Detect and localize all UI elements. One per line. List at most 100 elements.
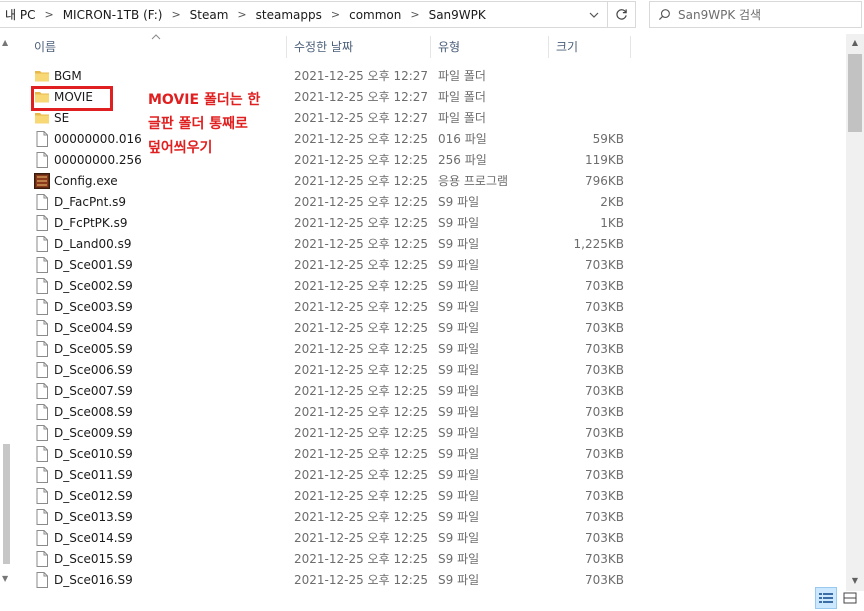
chevron-right-icon[interactable]: >: [324, 8, 347, 21]
list-item[interactable]: D_Sce001.S9 2021-12-25 오후 12:25 S9 파일 703KB: [0, 255, 846, 276]
file-date: 2021-12-25 오후 12:25: [294, 195, 429, 209]
file-size: [552, 108, 624, 129]
file-date: 2021-12-25 오후 12:25: [294, 279, 429, 293]
column-name[interactable]: 이름: [30, 34, 286, 60]
file-icon: [34, 551, 50, 567]
file-name: D_FcPtPK.s9: [54, 216, 128, 230]
chevron-down-icon[interactable]: [587, 8, 601, 22]
column-size[interactable]: 크기: [552, 34, 630, 60]
vertical-scrollbar[interactable]: ▲ ▼: [846, 34, 864, 591]
file-size: 703KB: [584, 573, 624, 587]
list-item[interactable]: D_FcPtPK.s9 2021-12-25 오후 12:25 S9 파일 1KB: [0, 213, 846, 234]
search-field[interactable]: San9WPK 검색: [649, 1, 862, 28]
file-date: 2021-12-25 오후 12:27: [294, 69, 429, 83]
file-icon: [34, 467, 50, 483]
crumb-steam[interactable]: Steam: [188, 8, 231, 22]
file-date: 2021-12-25 오후 12:25: [294, 531, 429, 545]
file-type: S9 파일: [438, 321, 480, 335]
file-date: 2021-12-25 오후 12:25: [294, 384, 429, 398]
file-name: D_Sce001.S9: [54, 258, 133, 272]
file-size: 703KB: [584, 300, 624, 314]
file-date: 2021-12-25 오후 12:25: [294, 258, 429, 272]
crumb-common[interactable]: common: [347, 8, 403, 22]
list-item[interactable]: D_Sce012.S9 2021-12-25 오후 12:25 S9 파일 703KB: [0, 486, 846, 507]
file-name: SE: [54, 111, 70, 125]
crumb-steamapps[interactable]: steamapps: [254, 8, 324, 22]
list-item[interactable]: BGM 2021-12-25 오후 12:27 파일 폴더: [0, 66, 846, 87]
list-item[interactable]: D_Sce013.S9 2021-12-25 오후 12:25 S9 파일 703KB: [0, 507, 846, 528]
file-type: S9 파일: [438, 531, 480, 545]
list-item[interactable]: D_Sce008.S9 2021-12-25 오후 12:25 S9 파일 703KB: [0, 402, 846, 423]
crumb-drive[interactable]: MICRON-1TB (F:): [61, 8, 165, 22]
list-item[interactable]: SE 2021-12-25 오후 12:27 파일 폴더: [0, 108, 846, 129]
file-type: S9 파일: [438, 447, 480, 461]
file-type: S9 파일: [438, 468, 480, 482]
list-item[interactable]: 00000000.256 2021-12-25 오후 12:25 256 파일 119…: [0, 150, 846, 171]
file-size: 59KB: [592, 132, 624, 146]
column-date[interactable]: 수정한 날짜: [290, 34, 430, 60]
list-item[interactable]: D_Sce016.S9 2021-12-25 오후 12:25 S9 파일 703KB: [0, 570, 846, 591]
chevron-right-icon[interactable]: >: [164, 8, 187, 21]
file-date: 2021-12-25 오후 12:25: [294, 321, 429, 335]
details-view-button[interactable]: [815, 587, 837, 609]
column-type[interactable]: 유형: [434, 34, 548, 60]
list-item[interactable]: D_Sce014.S9 2021-12-25 오후 12:25 S9 파일 703KB: [0, 528, 846, 549]
file-icon: [34, 320, 50, 336]
chevron-right-icon[interactable]: >: [37, 8, 60, 21]
crumb-this-pc[interactable]: 내 PC: [3, 6, 37, 23]
app-icon: [34, 173, 50, 189]
file-date: 2021-12-25 오후 12:25: [294, 153, 429, 167]
list-item[interactable]: 00000000.016 2021-12-25 오후 12:25 016 파일 59K…: [0, 129, 846, 150]
column-divider[interactable]: [548, 36, 549, 58]
file-icon: [34, 362, 50, 378]
file-size: 703KB: [584, 447, 624, 461]
file-size: 796KB: [584, 174, 624, 188]
list-item[interactable]: D_Sce009.S9 2021-12-25 오후 12:25 S9 파일 703KB: [0, 423, 846, 444]
search-icon: [650, 2, 678, 27]
file-icon: [34, 446, 50, 462]
file-type: S9 파일: [438, 195, 480, 209]
file-date: 2021-12-25 오후 12:27: [294, 111, 429, 125]
list-item[interactable]: D_Land00.s9 2021-12-25 오후 12:25 S9 파일 1,225…: [0, 234, 846, 255]
scroll-thumb[interactable]: [848, 54, 862, 132]
file-type: 256 파일: [438, 153, 487, 167]
file-date: 2021-12-25 오후 12:25: [294, 237, 429, 251]
column-divider[interactable]: [286, 36, 287, 58]
file-name: 00000000.256: [54, 153, 142, 167]
scroll-up-icon[interactable]: ▲: [846, 34, 864, 51]
crumb-san9wpk[interactable]: San9WPK: [427, 8, 488, 22]
file-name: D_Sce016.S9: [54, 573, 133, 587]
file-type: S9 파일: [438, 237, 480, 251]
file-name: D_Sce010.S9: [54, 447, 133, 461]
list-item[interactable]: D_FacPnt.s9 2021-12-25 오후 12:25 S9 파일 2KB: [0, 192, 846, 213]
list-item[interactable]: D_Sce010.S9 2021-12-25 오후 12:25 S9 파일 703KB: [0, 444, 846, 465]
file-name: 00000000.016: [54, 132, 142, 146]
list-item[interactable]: D_Sce007.S9 2021-12-25 오후 12:25 S9 파일 703KB: [0, 381, 846, 402]
file-icon: [34, 152, 50, 168]
list-item[interactable]: D_Sce011.S9 2021-12-25 오후 12:25 S9 파일 703KB: [0, 465, 846, 486]
file-date: 2021-12-25 오후 12:25: [294, 468, 429, 482]
list-item[interactable]: D_Sce006.S9 2021-12-25 오후 12:25 S9 파일 703KB: [0, 360, 846, 381]
list-item[interactable]: D_Sce015.S9 2021-12-25 오후 12:25 S9 파일 703KB: [0, 549, 846, 570]
list-item[interactable]: D_Sce003.S9 2021-12-25 오후 12:25 S9 파일 703KB: [0, 297, 846, 318]
list-item[interactable]: D_Sce002.S9 2021-12-25 오후 12:25 S9 파일 703KB: [0, 276, 846, 297]
chevron-right-icon[interactable]: >: [403, 8, 426, 21]
column-divider[interactable]: [430, 36, 431, 58]
column-divider[interactable]: [630, 36, 631, 58]
file-name: D_Sce011.S9: [54, 468, 133, 482]
list-item[interactable]: D_Sce004.S9 2021-12-25 오후 12:25 S9 파일 703KB: [0, 318, 846, 339]
chevron-right-icon[interactable]: >: [230, 8, 253, 21]
list-item[interactable]: D_Sce005.S9 2021-12-25 오후 12:25 S9 파일 703KB: [0, 339, 846, 360]
file-icon: [34, 425, 50, 441]
list-item[interactable]: MOVIE 2021-12-25 오후 12:27 파일 폴더: [0, 87, 846, 108]
file-name: D_Sce012.S9: [54, 489, 133, 503]
address-bar[interactable]: 내 PC > MICRON-1TB (F:) > Steam > steamap…: [0, 1, 608, 28]
file-size: 703KB: [584, 510, 624, 524]
file-icon: [34, 530, 50, 546]
file-name: D_Sce013.S9: [54, 510, 133, 524]
list-item[interactable]: Config.exe 2021-12-25 오후 12:25 응용 프로그램 796K…: [0, 171, 846, 192]
large-icons-view-button[interactable]: [839, 587, 861, 609]
annotation-line: 덮어씌우기: [148, 140, 213, 156]
refresh-button[interactable]: [608, 1, 636, 28]
file-type: S9 파일: [438, 552, 480, 566]
